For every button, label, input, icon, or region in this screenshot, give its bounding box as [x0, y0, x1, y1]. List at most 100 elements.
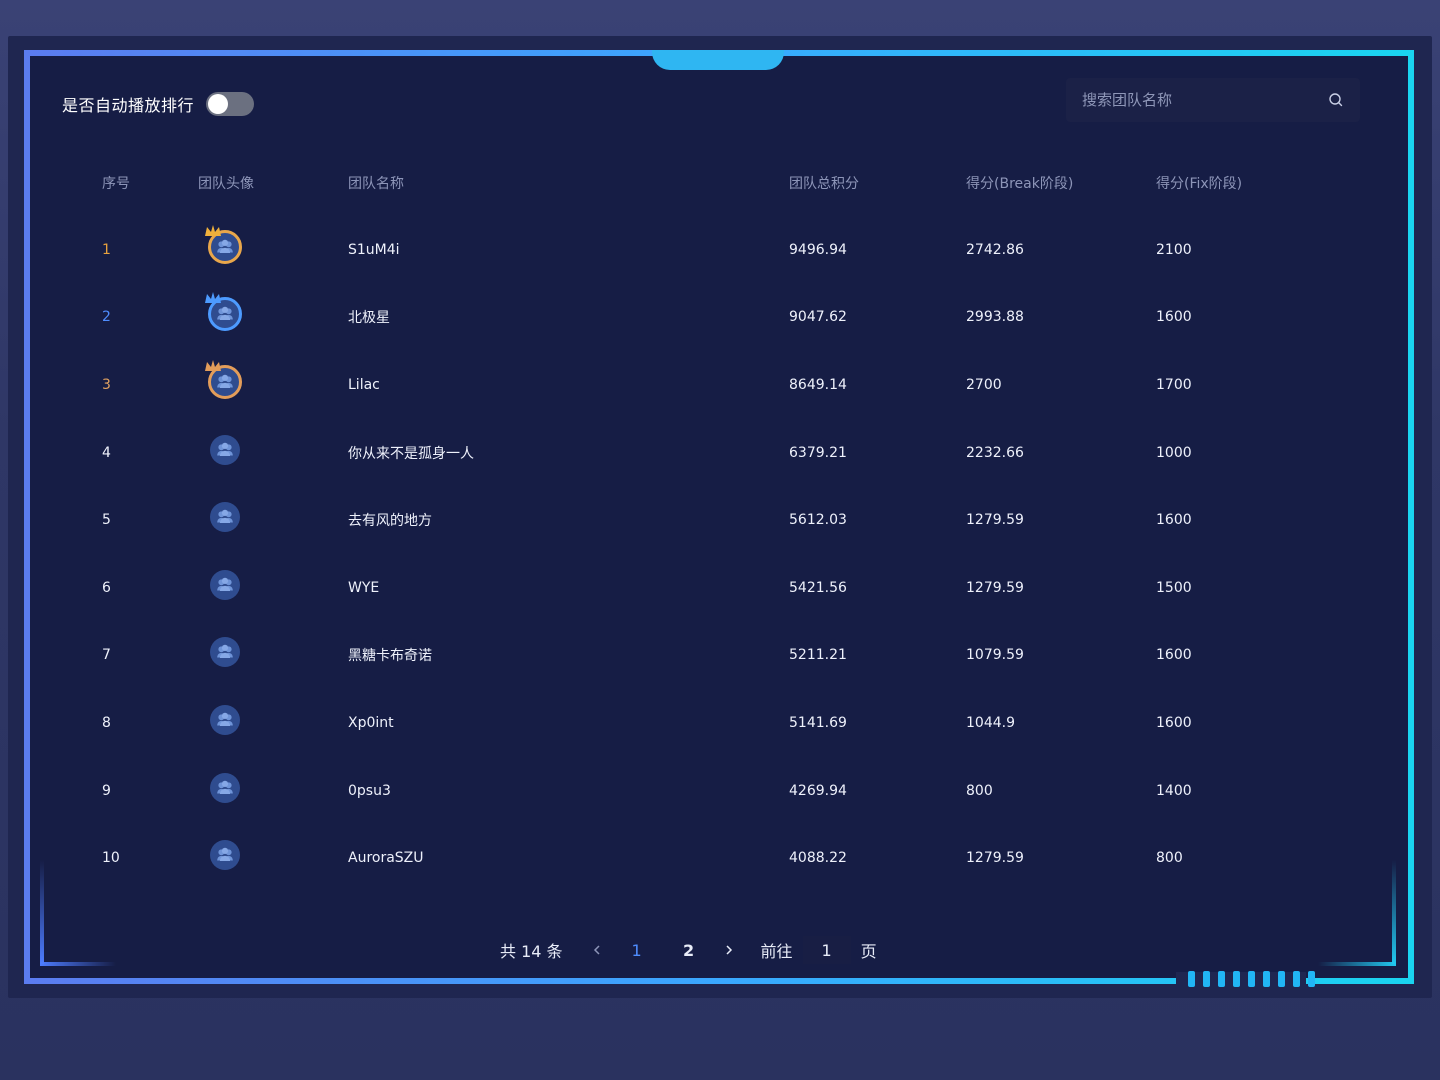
team-avatar-icon — [217, 847, 233, 862]
search-box — [1066, 78, 1360, 122]
crown-icon — [205, 359, 221, 371]
avatar-cell — [198, 292, 348, 339]
table-body: 1 S1uM4i 9496.94 2742.86 2100 2 北极星 9047.62 2993… — [62, 216, 1362, 892]
header-break-score: 得分(Break阶段) — [966, 176, 1074, 192]
team-name-cell: AuroraSZU — [348, 850, 424, 867]
fix-score-cell: 1500 — [1156, 579, 1192, 596]
avatar — [210, 840, 240, 871]
table-row: 3 Lilac 8649.14 2700 1700 — [62, 351, 1362, 419]
avatar — [210, 637, 240, 668]
rank-cell: 3 — [102, 376, 111, 393]
break-score-cell: 1279.59 — [966, 579, 1024, 596]
header-fix-score: 得分(Fix阶段) — [1156, 176, 1243, 192]
team-avatar-icon — [217, 307, 233, 321]
table-row: 1 S1uM4i 9496.94 2742.86 2100 — [62, 216, 1362, 284]
crown-icon — [205, 224, 221, 236]
fix-score-cell: 800 — [1156, 850, 1183, 867]
team-avatar-icon — [217, 509, 233, 524]
total-score-cell: 8649.14 — [789, 376, 847, 393]
search-input[interactable] — [1082, 91, 1328, 109]
team-avatar-icon — [217, 442, 233, 456]
avatar-cell — [198, 701, 348, 745]
avatar — [210, 704, 240, 735]
avatar — [210, 502, 240, 533]
page-button-2[interactable]: 2 — [663, 941, 715, 960]
table-row: 9 0psu3 4269.94 800 1400 — [62, 757, 1362, 825]
avatar-cell — [198, 633, 348, 677]
fix-score-cell: 1600 — [1156, 512, 1192, 529]
goto-label: 前往 — [760, 942, 793, 961]
avatar-cell — [198, 566, 348, 610]
total-score-cell: 5211.21 — [789, 647, 847, 664]
avatar — [210, 434, 240, 465]
rank-cell: 10 — [102, 850, 120, 867]
fix-score-cell: 1400 — [1156, 782, 1192, 799]
table-row: 7 黑糖卡布奇诺 5211.21 1079.59 1600 — [62, 622, 1362, 690]
header-total-score: 团队总积分 — [789, 176, 859, 192]
fix-score-cell: 1600 — [1156, 714, 1192, 731]
team-avatar-icon — [217, 712, 233, 726]
pagination: 共 14 条 1 2 前往 页 — [500, 936, 877, 964]
header-rank: 序号 — [102, 176, 130, 192]
team-avatar-icon — [217, 374, 233, 388]
autoplay-label: 是否自动播放排行 — [62, 96, 195, 115]
table-row: 8 Xp0int 5141.69 1044.9 1600 — [62, 689, 1362, 757]
break-score-cell: 800 — [966, 782, 993, 799]
fix-score-cell: 1700 — [1156, 376, 1192, 393]
team-avatar-icon — [217, 645, 233, 659]
frame-corner-glow — [1392, 860, 1396, 964]
team-avatar-icon — [217, 239, 233, 253]
rank-cell: 6 — [102, 579, 111, 596]
chevron-left-icon[interactable] — [583, 936, 611, 964]
fix-score-cell: 1000 — [1156, 444, 1192, 461]
crown-icon — [205, 292, 221, 304]
break-score-cell: 1279.59 — [966, 850, 1024, 867]
total-score-cell: 6379.21 — [789, 444, 847, 461]
header-avatar: 团队头像 — [198, 176, 254, 192]
pagination-total: 共 14 条 — [500, 942, 563, 961]
avatar-cell — [198, 359, 348, 407]
search-icon[interactable] — [1328, 92, 1344, 108]
table-row: 2 北极星 9047.62 2993.88 1600 — [62, 284, 1362, 352]
total-score-cell: 4088.22 — [789, 850, 847, 867]
table-header: 序号 团队头像 团队名称 团队总积分 得分(Break阶段) 得分(Fix阶段) — [62, 150, 1362, 216]
break-score-cell: 2742.86 — [966, 241, 1024, 258]
team-name-cell: S1uM4i — [348, 241, 400, 258]
avatar — [210, 772, 240, 803]
team-name-cell: Lilac — [348, 376, 380, 393]
team-name-cell: Xp0int — [348, 714, 394, 731]
autoplay-toggle[interactable] — [206, 92, 255, 116]
frame-corner-glow — [40, 860, 44, 964]
rank-cell: 2 — [102, 309, 111, 326]
page-button-1[interactable]: 1 — [611, 941, 663, 960]
break-score-cell: 2232.66 — [966, 444, 1024, 461]
total-score-cell: 5141.69 — [789, 714, 847, 731]
table-row: 4 你从来不是孤身一人 6379.21 2232.66 1000 — [62, 419, 1362, 487]
avatar-cell — [198, 769, 348, 813]
team-name-cell: 去有风的地方 — [348, 513, 432, 530]
frame-corner-glow — [40, 962, 116, 966]
total-score-cell: 9047.62 — [789, 309, 847, 326]
page-suffix: 页 — [860, 942, 877, 961]
break-score-cell: 2993.88 — [966, 309, 1024, 326]
goto-page-input[interactable] — [802, 936, 851, 964]
total-score-cell: 9496.94 — [789, 241, 847, 258]
rank-cell: 8 — [102, 714, 111, 731]
avatar-cell — [198, 431, 348, 475]
avatar — [210, 569, 240, 600]
fix-score-cell: 1600 — [1156, 309, 1192, 326]
frame-corner-glow — [1318, 962, 1396, 966]
table-row: 10 AuroraSZU 4088.22 1279.59 800 — [62, 824, 1362, 892]
header-team-name: 团队名称 — [348, 176, 404, 192]
chevron-right-icon[interactable] — [715, 936, 743, 964]
team-name-cell: 0psu3 — [348, 782, 391, 799]
break-score-cell: 1044.9 — [966, 714, 1015, 731]
rank-cell: 1 — [102, 241, 111, 258]
total-score-cell: 4269.94 — [789, 782, 847, 799]
total-score-cell: 5421.56 — [789, 579, 847, 596]
rank-cell: 9 — [102, 782, 111, 799]
total-score-cell: 5612.03 — [789, 512, 847, 529]
team-name-cell: WYE — [348, 579, 380, 596]
team-name-cell: 黑糖卡布奇诺 — [348, 648, 432, 665]
avatar-cell — [198, 498, 348, 542]
